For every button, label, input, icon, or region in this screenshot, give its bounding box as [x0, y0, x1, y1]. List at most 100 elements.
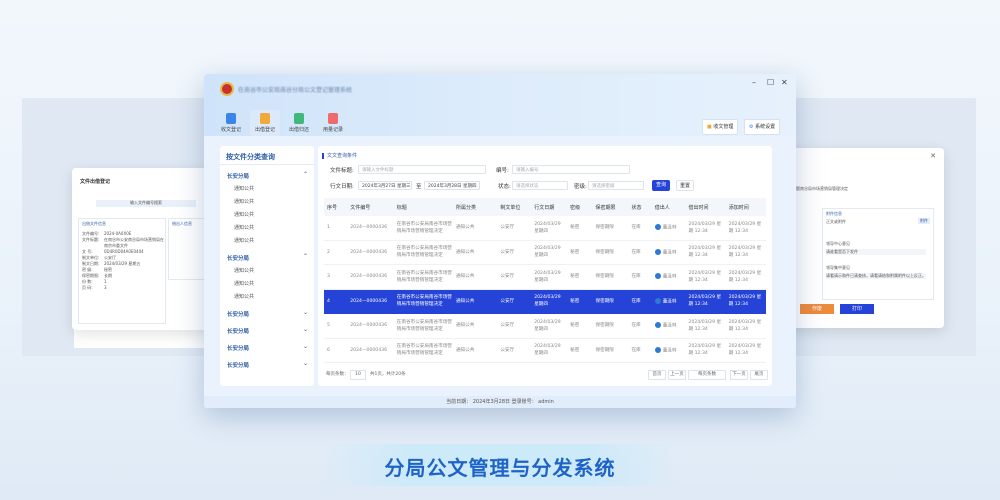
sidebar-divider — [220, 164, 314, 165]
nav-item-1[interactable]: 收文登记 — [216, 110, 246, 136]
cell-add_time: 2024/03/29 星期 12:34 — [725, 289, 766, 314]
sidebar-item[interactable]: 通知公共 — [234, 293, 254, 300]
table-row[interactable]: 3 2024—0000436 在南谷市公安局南谷市场营销局市场营销管理决定 通知公共公… — [324, 264, 766, 290]
borrower-name: 董泽林 — [662, 250, 677, 255]
nav-item-label: 用量记录 — [322, 127, 343, 133]
sidebar-group[interactable]: 长安分局 — [227, 310, 249, 318]
search-button[interactable]: 查询 — [652, 180, 670, 191]
sidebar-group[interactable]: 长安分局 — [227, 172, 249, 180]
maximize-icon[interactable]: ☐ — [767, 78, 774, 87]
nav-item-2[interactable]: 出借登记 — [250, 110, 280, 136]
avatar — [654, 297, 661, 304]
sidebar-item[interactable]: 通知公共 — [234, 280, 254, 287]
status-select[interactable]: 请选择状态 — [512, 181, 568, 190]
number-input[interactable]: 请输入编号 — [512, 165, 630, 174]
table-row[interactable]: 6 2024—0000436 在南谷市公安局南谷市场营销局市场营销管理决定 通知公共公… — [324, 338, 766, 363]
nav-icon-3-icon — [294, 113, 304, 124]
cell-person: 董泽林 — [651, 264, 686, 290]
date-to-input[interactable]: 2024年3月28日 星期四 — [424, 181, 480, 190]
minimize-icon[interactable]: – — [752, 78, 756, 87]
nav-item-4[interactable]: 用量记录 — [318, 110, 348, 136]
first-page-button[interactable]: 首页 — [648, 370, 666, 380]
chevron-up-icon[interactable]: ⌃ — [303, 171, 308, 178]
detail-review-label: 领导中心意见 — [826, 241, 850, 246]
sidebar-item[interactable]: 通知公共 — [234, 198, 254, 205]
product-caption: 分局公文管理与分发系统 — [384, 456, 616, 480]
sidebar-group[interactable]: 长安分局 — [227, 327, 249, 335]
reset-button[interactable]: 重置 — [676, 180, 694, 191]
cell-period: 保密期限 — [592, 338, 629, 363]
close-icon[interactable]: ✕ — [781, 78, 788, 87]
column-header: 文件编号 — [347, 198, 394, 216]
page-size-select[interactable]: 每页条数 — [688, 370, 726, 380]
sidebar-group[interactable]: 长安分局 — [227, 344, 249, 352]
date-from-input[interactable]: 2024年3月27日 星期三 — [358, 181, 412, 190]
sidebar-item[interactable]: 通知公共 — [234, 237, 254, 244]
sidebar-item[interactable]: 通知公共 — [234, 267, 254, 274]
status-label: 状态: — [498, 184, 511, 190]
borrower-name: 董泽林 — [662, 225, 677, 231]
cell-no: 4 — [324, 289, 348, 314]
loan-dialog-search[interactable]: 输入文件编号搜索 — [96, 200, 196, 207]
cell-unit: 公安厅 — [497, 264, 532, 290]
cell-status: 在库 — [628, 216, 652, 241]
title-input[interactable]: 请输入文件标题 — [358, 165, 486, 174]
nav-item-3[interactable]: 出借归还 — [284, 110, 314, 136]
detail-close-icon[interactable]: ✕ — [930, 152, 936, 160]
table-row[interactable]: 4 2024—0000436 在南谷市公安局南谷市场营销局市场营销管理决定 通知公共公… — [324, 289, 766, 314]
borrower-name: 董泽林 — [662, 299, 677, 304]
loan-field-label: 页 码: — [82, 285, 93, 290]
next-page-button[interactable]: 下一页 — [730, 370, 748, 380]
chevron-down-icon[interactable]: ⌄ — [303, 309, 308, 316]
cell-code: 2024—0000436 — [347, 338, 394, 363]
cell-level: 秘密 — [567, 338, 593, 363]
cell-no: 2 — [324, 240, 348, 265]
date-separator: 至 — [416, 184, 422, 190]
void-button[interactable]: 作废 — [800, 304, 834, 314]
chevron-down-icon[interactable]: ⌄ — [303, 343, 308, 350]
table-row[interactable]: 5 2024—0000436 在南谷市公安局南谷市场营销局市场营销管理决定 通知公共公… — [324, 313, 766, 339]
title-label: 文件标题: — [330, 168, 354, 174]
cell-level: 秘密 — [567, 313, 593, 339]
table-row[interactable]: 1 2024—0000436 在南谷市公安局南谷市场营销局市场营销管理决定 通知公共公… — [324, 216, 766, 241]
chevron-up-icon[interactable]: ⌃ — [303, 253, 308, 260]
loan-field-row: 文件标题: 在南谷市公安南谷局市场营销局在南京市委文件 — [82, 237, 164, 249]
received-mgmt-button[interactable]: ■ 收文管理 — [702, 119, 739, 135]
cell-level: 秘密 — [567, 264, 593, 290]
sidebar-group[interactable]: 长安分局 — [227, 254, 249, 262]
avatar — [654, 346, 661, 353]
level-select[interactable]: 请选择密级 — [588, 181, 644, 190]
last-page-button[interactable]: 尾页 — [750, 370, 768, 380]
loan-info-panel: 出借文件信息 文件编号: 2024-0A0X0E 文件标题: 在南谷市公安南谷局市场营… — [78, 218, 166, 324]
level-label: 密级: — [574, 184, 587, 190]
query-panel: 文文查询条件 文件标题: 请输入文件标题 编号: 请输入编号 行文日期: 202… — [318, 146, 772, 386]
avatar — [654, 273, 661, 279]
system-settings-button[interactable]: ⚙ 系统设置 — [744, 119, 781, 135]
nav-item-label: 出借归还 — [288, 127, 309, 133]
police-emblem-icon — [220, 82, 234, 96]
prev-page-button[interactable]: 上一页 — [668, 370, 686, 380]
cell-out_time: 2024/03/29 星期 12:34 — [685, 313, 726, 339]
cell-period: 保密期限 — [592, 240, 629, 265]
cell-title: 在南谷市公安局南谷市场营销局市场营销管理决定 — [393, 264, 453, 290]
sidebar-item[interactable]: 通知公共 — [234, 211, 254, 218]
cell-status: 在库 — [628, 338, 652, 363]
cell-period: 保密期限 — [592, 313, 629, 339]
cell-date: 2024/03/29 星期四 — [531, 338, 568, 363]
chevron-down-icon[interactable]: ⌄ — [303, 360, 308, 367]
per-page-select[interactable]: 10 — [350, 370, 366, 380]
cell-out_time: 2024/03/29 星期 12:34 — [685, 289, 726, 314]
sidebar-item[interactable]: 通知公共 — [234, 224, 254, 231]
cell-code: 2024—0000436 — [347, 313, 394, 339]
page-summary: 共1页，共计20条 — [370, 372, 406, 377]
loan-field-value: 在南谷市公安南谷局市场营销局在南京市委文件 — [104, 237, 164, 248]
system-settings-label: 系统设置 — [755, 124, 776, 130]
column-header: 密级 — [567, 198, 593, 216]
sidebar-item[interactable]: 通知公共 — [234, 185, 254, 192]
chevron-down-icon[interactable]: ⌄ — [303, 326, 308, 333]
table-row[interactable]: 2 2024—0000436 在南谷市公安局南谷市场营销局市场营销管理决定 通知公共公… — [324, 240, 766, 265]
loan-dialog-title: 文件出借登记 — [80, 179, 111, 185]
sidebar-group[interactable]: 长安分局 — [227, 361, 249, 369]
cell-date: 2024/03/29 星期四 — [531, 216, 568, 241]
print-button[interactable]: 打印 — [840, 304, 874, 314]
